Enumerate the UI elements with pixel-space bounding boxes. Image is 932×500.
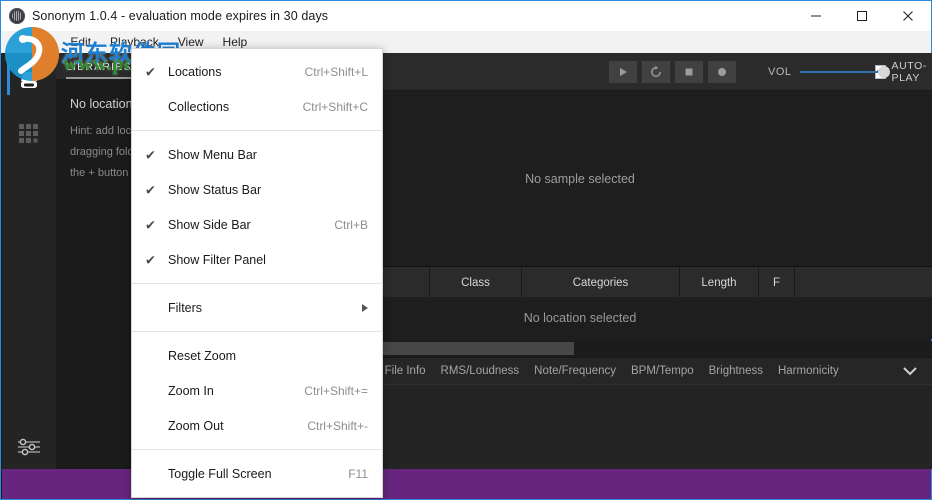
menu-item-label: Show Status Bar xyxy=(168,182,262,197)
menu-item-show-side-bar[interactable]: ✔ Show Side Bar Ctrl+B xyxy=(132,207,382,242)
column-label: Categories xyxy=(572,276,629,289)
table-empty-text: No location selected xyxy=(523,311,637,325)
menu-item-label: Reset Zoom xyxy=(168,348,237,363)
minimize-icon[interactable] xyxy=(793,1,839,31)
menu-item-show-menu-bar[interactable]: ✔ Show Menu Bar xyxy=(132,137,382,172)
transport-controls xyxy=(609,60,741,83)
checkmark-icon: ✔ xyxy=(145,182,156,197)
menu-item-label: Locations xyxy=(168,64,222,79)
column-header-length[interactable]: Length xyxy=(680,267,759,298)
checkmark-icon: ✔ xyxy=(145,147,156,162)
volume-track xyxy=(799,70,888,73)
menu-item-accelerator: Ctrl+B xyxy=(334,217,368,232)
stop-icon[interactable] xyxy=(675,60,703,83)
menu-item-toggle-full-screen[interactable]: Toggle Full Screen F11 xyxy=(132,456,382,491)
chevron-down-icon[interactable] xyxy=(902,366,918,376)
menu-item-label: Show Filter Panel xyxy=(168,252,266,267)
menu-item-label: Zoom Out xyxy=(168,418,224,433)
column-label: F xyxy=(772,276,781,289)
menu-item-label: Zoom In xyxy=(168,383,214,398)
loop-icon[interactable] xyxy=(642,60,670,83)
grid-icon[interactable] xyxy=(2,107,56,161)
library-drive-icon[interactable] xyxy=(2,53,56,107)
menu-item-locations[interactable]: ✔ Locations Ctrl+Shift+L xyxy=(132,54,382,89)
column-header-categories[interactable]: Categories xyxy=(522,267,680,298)
menu-item-show-filter-panel[interactable]: ✔ Show Filter Panel xyxy=(132,242,382,277)
menu-item-collections[interactable]: Collections Ctrl+Shift+C xyxy=(132,89,382,124)
submenu-arrow-icon xyxy=(362,303,368,312)
menu-item-label: Collections xyxy=(168,99,230,114)
checkmark-icon: ✔ xyxy=(145,64,156,79)
preview-empty-text: No sample selected xyxy=(525,171,635,186)
menu-item-zoom-in[interactable]: Zoom In Ctrl+Shift+= xyxy=(132,373,382,408)
column-label: Length xyxy=(701,276,737,289)
menu-item-show-status-bar[interactable]: ✔ Show Status Bar xyxy=(132,172,382,207)
settings-sliders-icon[interactable] xyxy=(2,420,56,474)
menu-item-filters[interactable]: Filters xyxy=(132,290,382,325)
menu-item-label: Toggle Full Screen xyxy=(168,466,272,481)
filter-tab-note-frequency[interactable]: Note/Frequency xyxy=(534,365,616,377)
view-dropdown-menu: ✔ Locations Ctrl+Shift+L Collections Ctr… xyxy=(131,48,383,498)
window-title: Sononym 1.0.4 - evaluation mode expires … xyxy=(32,9,329,23)
icon-rail xyxy=(2,53,56,469)
column-header-partial[interactable]: F xyxy=(759,267,795,298)
filter-tab-harmonicity[interactable]: Harmonicity xyxy=(778,365,839,377)
application-window: Sononym 1.0.4 - evaluation mode expires … xyxy=(0,0,932,500)
column-header-class[interactable]: Class xyxy=(430,267,522,298)
sononym-app-icon xyxy=(9,8,25,24)
maximize-icon[interactable] xyxy=(839,1,885,31)
menu-edit[interactable]: Edit xyxy=(61,33,100,51)
menu-file[interactable]: File xyxy=(23,33,60,51)
title-bar: Sononym 1.0.4 - evaluation mode expires … xyxy=(1,1,931,31)
autoplay-label: AUTO-PLAY xyxy=(891,59,927,84)
menu-separator xyxy=(132,130,382,131)
volume-label: VOL xyxy=(768,65,792,78)
menu-item-accelerator: Ctrl+Shift+= xyxy=(304,383,368,398)
record-icon[interactable] xyxy=(708,60,736,83)
menu-separator xyxy=(132,283,382,284)
menu-separator xyxy=(132,449,382,450)
checkmark-icon: ✔ xyxy=(145,252,156,267)
filter-tab-file-info[interactable]: File Info xyxy=(385,365,426,377)
menu-item-label: Show Side Bar xyxy=(168,217,251,232)
menu-item-accelerator: Ctrl+Shift+C xyxy=(302,99,368,114)
menu-item-label: Filters xyxy=(168,300,203,315)
column-label: Class xyxy=(461,276,490,289)
play-icon[interactable] xyxy=(609,60,637,83)
filter-tab-bpm-tempo[interactable]: BPM/Tempo xyxy=(631,365,694,377)
menu-separator xyxy=(132,331,382,332)
close-icon[interactable] xyxy=(885,1,931,31)
volume-slider[interactable] xyxy=(799,65,890,79)
menu-item-accelerator: Ctrl+Shift+- xyxy=(307,418,368,433)
menu-item-zoom-out[interactable]: Zoom Out Ctrl+Shift+- xyxy=(132,408,382,443)
window-controls xyxy=(793,1,931,31)
menu-item-label: Show Menu Bar xyxy=(168,147,257,162)
menu-item-accelerator: Ctrl+Shift+L xyxy=(304,64,368,79)
filter-tab-brightness[interactable]: Brightness xyxy=(709,365,763,377)
volume-knob[interactable] xyxy=(877,65,890,78)
menu-item-accelerator: F11 xyxy=(348,466,368,481)
filter-tab-rms-loudness[interactable]: RMS/Loudness xyxy=(441,365,520,377)
checkmark-icon: ✔ xyxy=(145,217,156,232)
menu-item-reset-zoom[interactable]: Reset Zoom xyxy=(132,338,382,373)
sidebar-tab-libraries[interactable]: LIBRARIES xyxy=(66,61,132,79)
